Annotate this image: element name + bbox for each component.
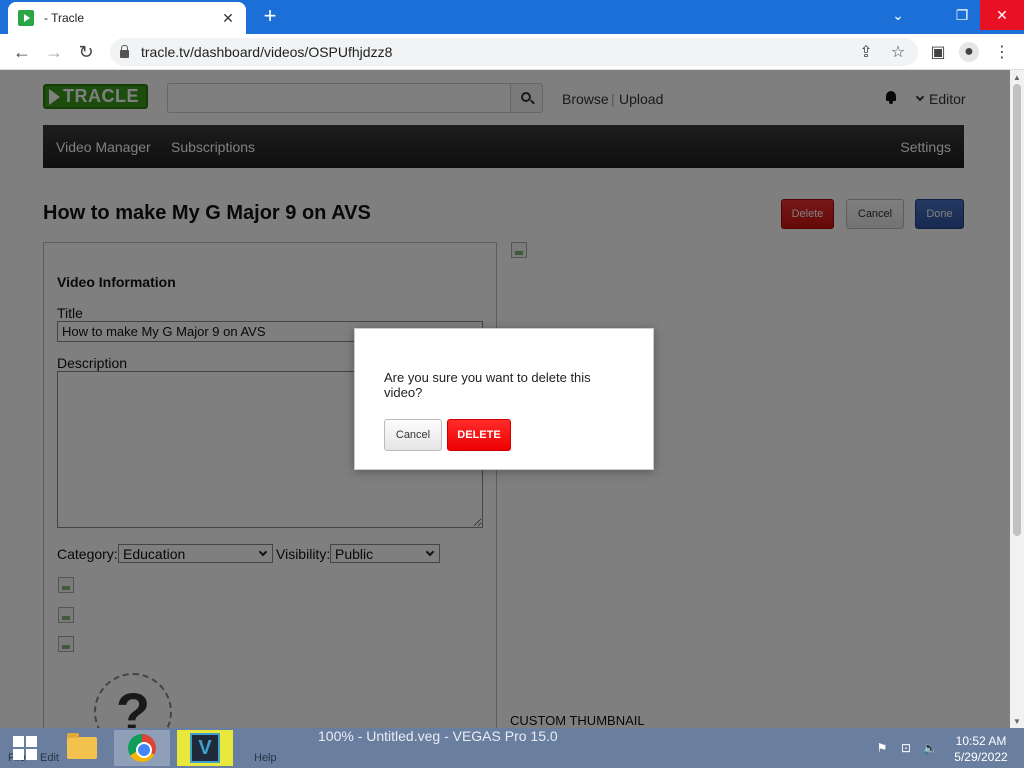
back-arrow-icon[interactable]: ← xyxy=(10,40,34,64)
network-tray-icon[interactable]: ⊡ xyxy=(898,740,914,756)
side-panel-icon[interactable]: ▣ xyxy=(928,42,948,62)
browser-menu-icon[interactable]: ⋮ xyxy=(992,42,1012,62)
browser-tab-bar: - Tracle ✕ + ⌄ ❐ ✕ xyxy=(0,0,1024,34)
flag-tray-icon[interactable]: ⚑ xyxy=(874,740,890,756)
scroll-up-icon[interactable]: ▲ xyxy=(1010,70,1024,84)
folder-icon xyxy=(67,733,97,759)
reload-icon[interactable]: ↻ xyxy=(74,40,98,64)
new-tab-icon[interactable]: + xyxy=(258,5,282,27)
url-text: tracle.tv/dashboard/videos/OSPUfhjdzz8 xyxy=(141,44,393,60)
bookmark-star-icon[interactable]: ☆ xyxy=(888,42,908,62)
share-icon[interactable]: ⇪ xyxy=(856,42,876,62)
system-clock[interactable]: 10:52 AM 5/29/2022 xyxy=(948,733,1014,765)
vegas-window-title: 100% - Untitled.veg - VEGAS Pro 15.0 xyxy=(318,728,558,744)
clock-date: 5/29/2022 xyxy=(954,750,1008,764)
scroll-thumb[interactable] xyxy=(1013,84,1021,536)
browser-tab[interactable]: - Tracle ✕ xyxy=(8,2,246,34)
file-explorer-taskbar-button[interactable] xyxy=(54,730,110,766)
tab-close-icon[interactable]: ✕ xyxy=(220,10,236,27)
vegas-taskbar-button[interactable]: V xyxy=(177,730,233,766)
windows-taskbar: File Edit Help V 100% - Untitled.veg - V… xyxy=(0,728,1024,768)
vegas-menu-help[interactable]: Help xyxy=(254,752,277,764)
start-button[interactable] xyxy=(0,728,50,768)
delete-confirmation-dialog: Are you sure you want to delete this vid… xyxy=(354,328,654,470)
chrome-icon xyxy=(128,734,156,762)
vegas-pro-icon: V xyxy=(190,733,220,763)
profile-avatar-icon[interactable]: ● xyxy=(959,42,979,62)
windows-logo-icon xyxy=(13,736,37,760)
lock-icon xyxy=(120,44,129,58)
scroll-down-icon[interactable]: ▼ xyxy=(1010,714,1024,728)
browser-toolbar: ← → ↻ tracle.tv/dashboard/videos/OSPUfhj… xyxy=(0,34,1024,70)
dialog-delete-button[interactable]: DELETE xyxy=(447,419,511,451)
volume-muted-icon[interactable]: 🔈 xyxy=(922,740,938,756)
forward-arrow-icon[interactable]: → xyxy=(42,40,66,64)
web-page: TRACLE Browse | Upload Editor Video Mana… xyxy=(0,70,1010,728)
clock-time: 10:52 AM xyxy=(955,734,1007,748)
dialog-message: Are you sure you want to delete this vid… xyxy=(384,370,591,400)
tracle-favicon-icon xyxy=(18,10,34,26)
page-scrollbar[interactable]: ▲ ▼ xyxy=(1010,70,1024,728)
tab-title: - Tracle xyxy=(44,11,85,25)
chrome-taskbar-button[interactable] xyxy=(114,730,170,766)
dialog-cancel-button[interactable]: Cancel xyxy=(384,419,442,451)
tab-search-icon[interactable]: ⌄ xyxy=(880,0,916,30)
address-bar[interactable]: tracle.tv/dashboard/videos/OSPUfhjdzz8 xyxy=(110,38,918,66)
restore-window-icon[interactable]: ❐ xyxy=(944,0,980,30)
close-window-icon[interactable]: ✕ xyxy=(980,0,1024,30)
